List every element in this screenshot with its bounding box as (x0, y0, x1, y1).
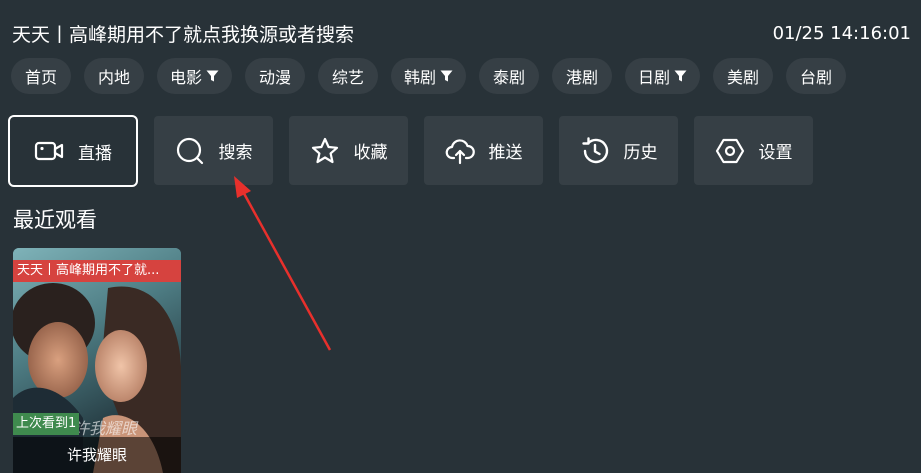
action-label: 历史 (623, 143, 658, 163)
action-label: 推送 (488, 143, 523, 163)
category-japanese[interactable]: 日剧 (625, 58, 701, 94)
category-taiwan[interactable]: 台剧 (786, 58, 847, 94)
source-badge: 天天丨高峰期用不了就... (13, 260, 181, 282)
recent-section-title: 最近观看 (13, 208, 97, 232)
filter-icon (206, 70, 219, 82)
category-home[interactable]: 首页 (11, 58, 71, 94)
push-button[interactable]: 推送 (424, 116, 543, 185)
video-camera-icon (34, 141, 64, 161)
settings-hexagon-icon (715, 138, 744, 163)
svg-text:许我耀眼: 许我耀眼 (73, 419, 139, 438)
category-nav: 首页 内地 电影 动漫 综艺 韩剧 泰剧 港剧 日剧 美剧 台剧 (11, 58, 847, 94)
history-icon (581, 136, 608, 163)
category-label: 台剧 (800, 68, 833, 87)
category-hongkong[interactable]: 港剧 (552, 58, 613, 94)
search-button[interactable]: 搜索 (154, 116, 273, 185)
settings-button[interactable]: 设置 (694, 116, 813, 185)
category-label: 首页 (24, 68, 57, 87)
category-variety[interactable]: 综艺 (318, 58, 379, 94)
app-screen: 天天丨高峰期用不了就点我换源或者搜索 01/25 14:16:01 首页 内地 … (0, 0, 921, 473)
action-label: 搜索 (218, 143, 253, 163)
category-korean[interactable]: 韩剧 (391, 58, 467, 94)
category-label: 韩剧 (404, 68, 437, 87)
filter-icon (674, 70, 687, 82)
action-label: 收藏 (353, 143, 388, 163)
category-label: 电影 (170, 68, 203, 87)
category-label: 内地 (97, 68, 130, 87)
top-bar: 天天丨高峰期用不了就点我换源或者搜索 01/25 14:16:01 (12, 20, 911, 46)
clock: 01/25 14:16:01 (772, 22, 911, 44)
cloud-upload-icon (445, 138, 475, 164)
category-movies[interactable]: 电影 (157, 58, 233, 94)
action-label: 设置 (758, 143, 793, 163)
category-label: 日剧 (638, 68, 671, 87)
search-icon (176, 137, 203, 164)
star-icon (311, 137, 338, 163)
category-american[interactable]: 美剧 (713, 58, 774, 94)
category-label: 美剧 (727, 68, 760, 87)
live-button[interactable]: 直播 (8, 115, 138, 187)
category-label: 港剧 (566, 68, 599, 87)
video-title: 许我耀眼 (13, 437, 181, 473)
recent-video-card[interactable]: 许我耀眼 天天丨高峰期用不了就... 上次看到1 许我耀眼 (13, 248, 181, 473)
category-label: 泰剧 (493, 68, 526, 87)
history-button[interactable]: 历史 (559, 116, 678, 185)
favorites-button[interactable]: 收藏 (289, 116, 408, 185)
quick-actions: 直播 搜索 收藏 推送 历史 设置 (8, 115, 813, 187)
category-thai[interactable]: 泰剧 (479, 58, 540, 94)
category-anime[interactable]: 动漫 (245, 58, 306, 94)
category-mainland[interactable]: 内地 (84, 58, 144, 94)
watch-progress-badge: 上次看到1 (13, 413, 80, 435)
category-label: 动漫 (259, 68, 292, 87)
source-title[interactable]: 天天丨高峰期用不了就点我换源或者搜索 (12, 20, 354, 47)
action-label: 直播 (78, 143, 112, 164)
filter-icon (440, 70, 453, 82)
category-label: 综艺 (332, 68, 365, 87)
